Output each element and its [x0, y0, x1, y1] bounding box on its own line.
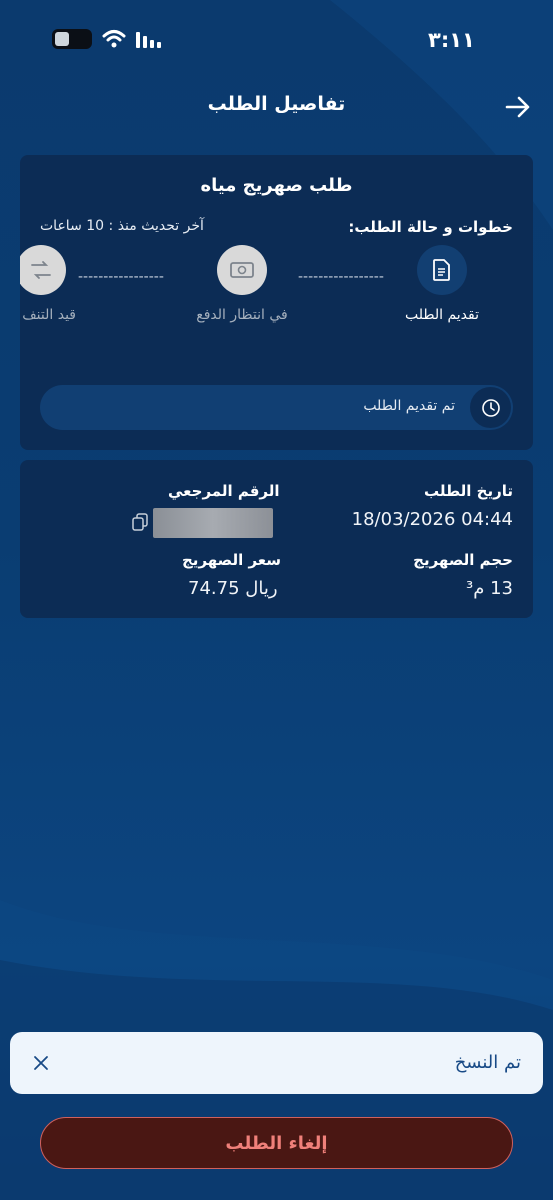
signal-icon: [136, 32, 161, 48]
order-date-value: 18/03/2026 04:44: [351, 509, 513, 530]
document-icon: [433, 259, 450, 281]
status-icons: [52, 29, 162, 49]
current-status-pill: تم تقديم الطلب: [40, 385, 513, 430]
step-submitted: [417, 245, 467, 295]
tank-price-label: سعر الصهريج: [182, 551, 282, 569]
step-connector: -----------------: [298, 269, 384, 285]
status-bar: ٣:١١: [0, 0, 553, 70]
step-label-in-progress: قيد التنف: [22, 307, 76, 323]
step-awaiting-payment: [217, 245, 267, 295]
service-title: طلب صهريج مياه: [200, 175, 353, 196]
tank-size-label: حجم الصهريج: [413, 551, 513, 569]
tank-size-value: 13 م³: [466, 578, 513, 599]
steps-progress: تقديم الطلب ----------------- في انتظار …: [20, 245, 533, 335]
route-icon: [31, 261, 51, 279]
cash-icon: [230, 262, 254, 278]
cancel-request-label: إلغاء الطلب: [225, 1132, 328, 1154]
battery-icon: [52, 29, 92, 49]
wifi-icon: [102, 30, 126, 48]
reference-label: الرقم المرجعي: [168, 482, 280, 500]
last-update: آخر تحديث منذ : 10 ساعات: [40, 218, 204, 234]
current-status-text: تم تقديم الطلب: [363, 398, 455, 414]
close-icon[interactable]: [32, 1054, 50, 1072]
order-date-label: تاريخ الطلب: [424, 482, 513, 500]
header: تفاصيل الطلب: [0, 88, 553, 128]
clock-icon: [481, 398, 500, 417]
status-clock-badge: [470, 387, 511, 428]
steps-heading: خطوات و حالة الطلب:: [348, 218, 513, 236]
step-label-submitted: تقديم الطلب: [404, 307, 479, 323]
toast-message: تم النسخ: [454, 1052, 521, 1073]
reference-value-redacted: [153, 508, 273, 538]
step-connector: -----------------: [78, 269, 164, 285]
copied-toast: تم النسخ: [10, 1032, 543, 1094]
copy-icon[interactable]: [132, 513, 148, 531]
request-details-card: تاريخ الطلب 18/03/2026 04:44 الرقم المرج…: [20, 460, 533, 618]
arrow-right-icon[interactable]: [503, 92, 533, 122]
request-status-card: طلب صهريج مياه خطوات و حالة الطلب: آخر ت…: [20, 155, 533, 450]
step-label-awaiting-payment: في انتظار الدفع: [196, 307, 288, 323]
page-title: تفاصيل الطلب: [207, 93, 346, 115]
step-in-progress: [20, 245, 66, 295]
status-time: ٣:١١: [428, 28, 475, 52]
tank-price-value: ريال 74.75: [188, 578, 278, 599]
cancel-request-button[interactable]: إلغاء الطلب: [40, 1117, 513, 1169]
